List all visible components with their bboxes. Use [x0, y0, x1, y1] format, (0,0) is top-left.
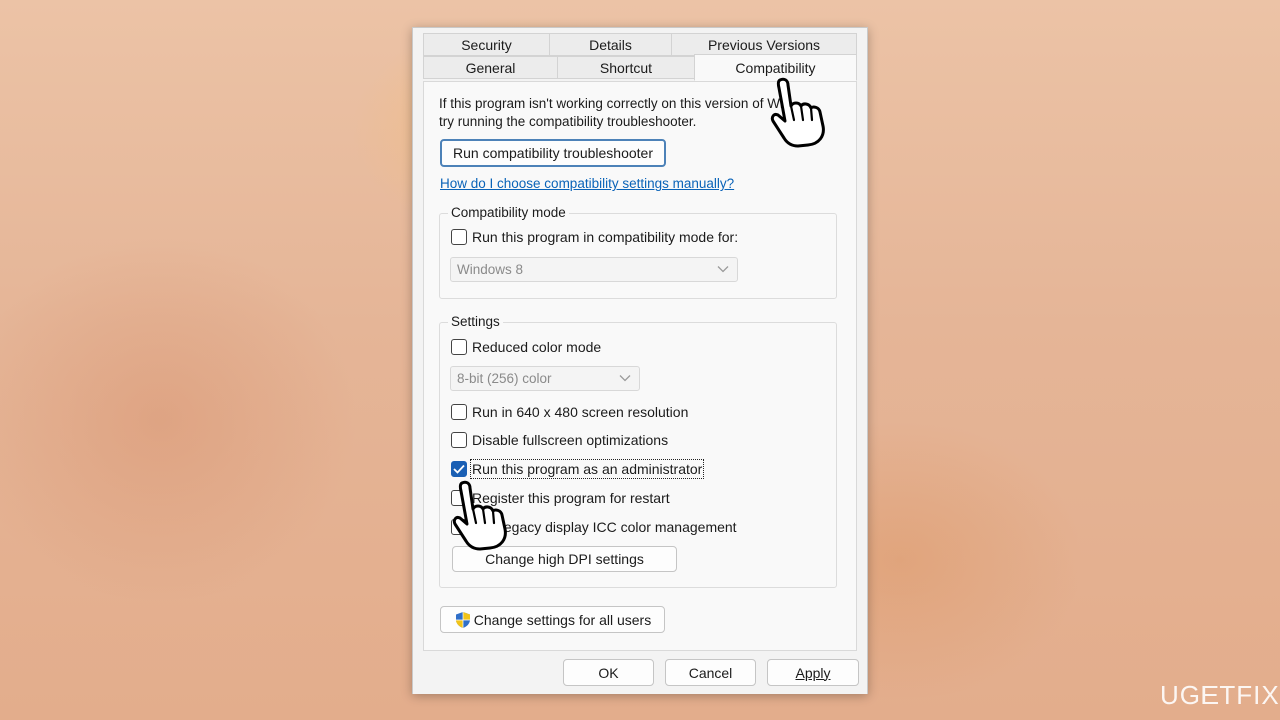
chevron-down-icon	[717, 266, 729, 273]
uac-shield-icon	[455, 611, 470, 628]
settings-legend: Settings	[448, 314, 503, 329]
change-all-users-label: Change settings for all users	[473, 611, 652, 628]
disable-fullscreen-row[interactable]: Disable fullscreen optimizations	[451, 431, 668, 449]
tab-details[interactable]: Details	[549, 33, 672, 56]
os-select-value: Windows 8	[457, 262, 524, 277]
compat-mode-label: Run this program in compatibility mode f…	[472, 229, 739, 245]
color-depth-select-value: 8-bit (256) color	[457, 371, 552, 386]
reduced-color-row[interactable]: Reduced color mode	[451, 338, 601, 356]
change-all-users-button[interactable]: Change settings for all users	[440, 606, 665, 633]
intro-text-line2: try running the compatibility troublesho…	[439, 114, 697, 129]
color-depth-select[interactable]: 8-bit (256) color	[450, 366, 640, 391]
watermark-part2: E	[1200, 680, 1221, 710]
compat-mode-checkbox[interactable]	[451, 229, 467, 245]
checkmark-icon	[453, 464, 465, 474]
resolution-640-label: Run in 640 x 480 screen resolution	[472, 404, 689, 420]
tab-shortcut[interactable]: Shortcut	[557, 56, 695, 79]
ugetfix-watermark: UGETFIX	[1160, 680, 1280, 711]
compatibility-mode-group: Compatibility mode Run this program in c…	[439, 205, 837, 299]
run-as-admin-label: Run this program as an administrator	[469, 459, 705, 479]
hand-pointer-icon	[770, 77, 825, 148]
intro-text-line1: If this program isn't working correctly …	[439, 96, 791, 111]
resolution-640-checkbox[interactable]	[451, 404, 467, 420]
disable-fullscreen-label: Disable fullscreen optimizations	[472, 432, 669, 448]
manual-settings-link[interactable]: How do I choose compatibility settings m…	[440, 176, 734, 191]
run-troubleshooter-button[interactable]: Run compatibility troubleshooter	[440, 139, 666, 167]
run-as-admin-row[interactable]: Run this program as an administrator	[451, 459, 705, 479]
dialog-footer: OK Cancel Apply	[413, 652, 867, 694]
watermark-part1: UG	[1160, 680, 1201, 710]
ok-button[interactable]: OK	[563, 659, 654, 686]
run-as-admin-checkbox[interactable]	[451, 461, 467, 477]
reduced-color-checkbox[interactable]	[451, 339, 467, 355]
chevron-down-icon	[619, 375, 631, 382]
apply-button[interactable]: Apply	[767, 659, 859, 686]
hand-pointer-icon	[452, 480, 507, 551]
tab-general[interactable]: General	[423, 56, 558, 79]
compatibility-panel: If this program isn't working correctly …	[423, 81, 857, 651]
compatibility-mode-legend: Compatibility mode	[448, 205, 569, 220]
resolution-640-row[interactable]: Run in 640 x 480 screen resolution	[451, 403, 688, 421]
compat-mode-checkbox-row[interactable]: Run this program in compatibility mode f…	[451, 228, 738, 246]
reduced-color-label: Reduced color mode	[472, 339, 602, 355]
watermark-part3: TFIX	[1219, 680, 1280, 710]
disable-fullscreen-checkbox[interactable]	[451, 432, 467, 448]
os-select[interactable]: Windows 8	[450, 257, 738, 282]
tab-previous-versions[interactable]: Previous Versions	[671, 33, 857, 56]
cancel-button[interactable]: Cancel	[665, 659, 756, 686]
tab-security[interactable]: Security	[423, 33, 550, 56]
